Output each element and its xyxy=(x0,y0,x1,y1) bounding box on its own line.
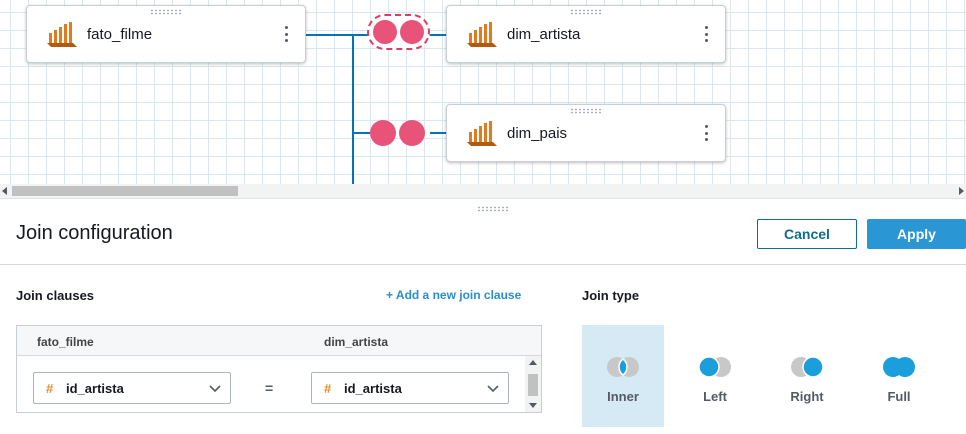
join-type-label: Left xyxy=(703,389,727,404)
join-type-heading: Join type xyxy=(582,288,640,303)
connector-line xyxy=(430,132,446,134)
dataset-node-fato-filme[interactable]: fato_filme xyxy=(26,5,306,63)
numeric-field-icon: # xyxy=(324,380,332,396)
scroll-left-icon[interactable] xyxy=(2,187,7,195)
scrollbar-thumb[interactable] xyxy=(528,374,538,396)
cancel-button[interactable]: Cancel xyxy=(757,219,857,249)
right-dataset-header: dim_artista xyxy=(324,335,389,349)
join-clause-table: fato_filme dim_artista # id_artista = # … xyxy=(16,325,542,413)
vertical-scrollbar[interactable] xyxy=(525,356,541,412)
divider xyxy=(0,264,966,265)
add-join-clause-link[interactable]: + Add a new join clause xyxy=(386,288,521,302)
join-circle-left xyxy=(373,20,397,44)
dataset-node-dim-artista[interactable]: dim_artista xyxy=(446,5,726,63)
scrollbar-thumb[interactable] xyxy=(12,186,238,196)
join-clauses-heading: Join clauses xyxy=(16,288,95,303)
join-type-inner[interactable]: Inner xyxy=(582,325,664,427)
scroll-down-icon[interactable] xyxy=(529,403,537,408)
node-label: dim_artista xyxy=(507,25,581,43)
join-type-full[interactable]: Full xyxy=(858,325,940,427)
connector-line xyxy=(352,132,370,134)
join-type-label: Inner xyxy=(607,389,639,404)
drag-handle[interactable] xyxy=(570,9,602,15)
join-type-label: Full xyxy=(887,389,911,404)
node-label: fato_filme xyxy=(87,25,153,43)
left-dataset-header: fato_filme xyxy=(37,335,94,349)
drag-handle[interactable] xyxy=(477,206,509,212)
connector-line xyxy=(352,34,354,184)
chevron-down-icon xyxy=(209,385,221,393)
join-circle-right xyxy=(400,20,424,44)
dataset-icon xyxy=(467,121,497,146)
join-type-label: Right xyxy=(790,389,824,404)
apply-button[interactable]: Apply xyxy=(867,219,966,249)
clause-table-header: fato_filme dim_artista xyxy=(17,326,541,356)
more-options-icon[interactable] xyxy=(283,26,289,42)
left-field-value: id_artista xyxy=(66,380,124,396)
scroll-right-icon[interactable] xyxy=(959,187,964,195)
numeric-field-icon: # xyxy=(46,380,54,396)
more-options-icon[interactable] xyxy=(703,125,709,141)
full-join-icon xyxy=(883,357,915,377)
join-circle-right xyxy=(399,120,425,146)
join-circle-left xyxy=(370,120,396,146)
right-field-select[interactable]: # id_artista xyxy=(311,372,509,404)
join-icon-dim-artista[interactable] xyxy=(367,14,430,50)
right-join-icon xyxy=(791,356,824,378)
panel-resize-splitter[interactable] xyxy=(0,198,966,214)
drag-handle[interactable] xyxy=(570,108,602,114)
horizontal-scrollbar[interactable] xyxy=(0,184,966,198)
join-type-left[interactable]: Left xyxy=(674,325,756,427)
connector-line xyxy=(305,34,369,36)
node-label: dim_pais xyxy=(507,124,568,142)
dataset-icon xyxy=(47,22,77,47)
dataset-icon xyxy=(467,22,497,47)
join-icon-dim-pais[interactable] xyxy=(370,120,425,146)
left-field-select[interactable]: # id_artista xyxy=(33,372,231,404)
left-join-icon xyxy=(698,356,731,378)
join-type-right[interactable]: Right xyxy=(766,325,848,427)
dataset-node-dim-pais[interactable]: dim_pais xyxy=(446,104,726,162)
more-options-icon[interactable] xyxy=(703,26,709,42)
join-operator: = xyxy=(265,380,274,396)
panel-title: Join configuration xyxy=(16,222,173,244)
drag-handle[interactable] xyxy=(150,9,182,15)
scroll-up-icon[interactable] xyxy=(529,360,537,365)
chevron-down-icon xyxy=(487,385,499,393)
connector-line xyxy=(428,34,446,36)
right-field-value: id_artista xyxy=(344,380,402,396)
inner-join-icon xyxy=(607,357,639,377)
join-diagram-canvas[interactable]: fato_filme dim_artista dim_pais xyxy=(0,0,966,184)
